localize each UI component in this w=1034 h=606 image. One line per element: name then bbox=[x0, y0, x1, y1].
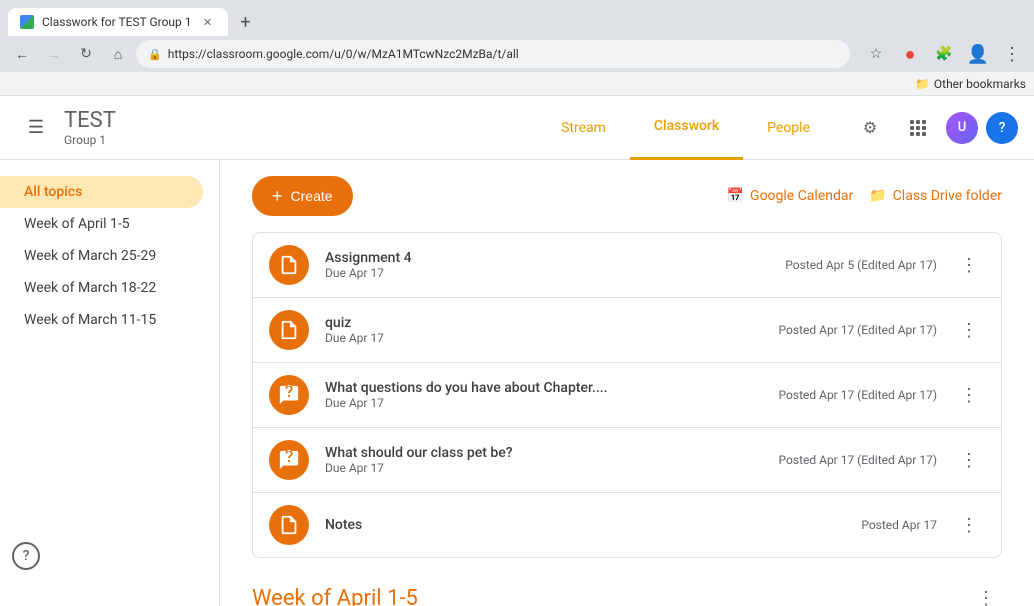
tab-close-button[interactable]: ✕ bbox=[200, 14, 216, 30]
browser-chrome: Classwork for TEST Group 1 ✕ + ← → ↻ ⌂ 🔒… bbox=[0, 0, 1034, 72]
bookmarks-bar: 📁 Other bookmarks bbox=[0, 72, 1034, 96]
assignment-title: Notes bbox=[325, 517, 845, 533]
assignment-posted: Posted Apr 17 bbox=[861, 518, 937, 532]
assignment-list: Assignment 4 Due Apr 17 Posted Apr 5 (Ed… bbox=[252, 232, 1002, 558]
active-tab[interactable]: Classwork for TEST Group 1 ✕ bbox=[8, 8, 228, 36]
assignment-title: Assignment 4 bbox=[325, 250, 769, 266]
tab-favicon bbox=[20, 15, 34, 29]
assignment-title: quiz bbox=[325, 315, 763, 331]
forward-button[interactable]: → bbox=[40, 40, 68, 68]
nav-tabs: Stream Classwork People bbox=[537, 96, 834, 160]
assignment-title: What should our class pet be? bbox=[325, 445, 763, 461]
content-area: + Create 📅 Google Calendar 📁 Class Drive… bbox=[220, 160, 1034, 606]
other-bookmarks-label[interactable]: Other bookmarks bbox=[934, 77, 1026, 91]
back-button[interactable]: ← bbox=[8, 40, 36, 68]
hamburger-button[interactable]: ☰ bbox=[16, 108, 56, 148]
material-icon bbox=[269, 505, 309, 545]
bookmark-star[interactable]: ☆ bbox=[862, 40, 890, 68]
assignment-item: Notes Posted Apr 17 ⋮ bbox=[253, 493, 1001, 557]
account-circle[interactable]: ● bbox=[896, 40, 924, 68]
assignment-posted: Posted Apr 17 (Edited Apr 17) bbox=[779, 388, 937, 402]
content-header: + Create 📅 Google Calendar 📁 Class Drive… bbox=[252, 176, 1002, 216]
tab-stream[interactable]: Stream bbox=[537, 96, 630, 160]
extensions-button[interactable]: 🧩 bbox=[930, 40, 958, 68]
assignment-due: Due Apr 17 bbox=[325, 396, 763, 410]
profile-button[interactable]: 👤 bbox=[964, 40, 992, 68]
url-text: https://classroom.google.com/u/0/w/MzA1M… bbox=[168, 41, 519, 67]
quiz-icon bbox=[269, 310, 309, 350]
assignment-more-button[interactable]: ⋮ bbox=[953, 444, 985, 476]
assignment-due: Due Apr 17 bbox=[325, 266, 769, 280]
sidebar-item-week-april[interactable]: Week of April 1-5 bbox=[0, 208, 203, 240]
create-label: Create bbox=[291, 188, 333, 204]
bottom-help-button[interactable]: ? bbox=[12, 542, 40, 570]
assignment-due: Due Apr 17 bbox=[325, 331, 763, 345]
tab-title: Classwork for TEST Group 1 bbox=[42, 15, 192, 29]
calendar-label: Google Calendar bbox=[750, 188, 853, 204]
folder-icon: 📁 bbox=[915, 77, 930, 91]
sidebar-item-all-topics[interactable]: All topics bbox=[0, 176, 203, 208]
assignment-item: quiz Due Apr 17 Posted Apr 17 (Edited Ap… bbox=[253, 298, 1001, 363]
assignment-info: Assignment 4 Due Apr 17 bbox=[325, 250, 769, 280]
google-calendar-link[interactable]: 📅 Google Calendar bbox=[727, 188, 854, 204]
calendar-icon: 📅 bbox=[727, 188, 744, 204]
drive-folder-icon: 📁 bbox=[869, 188, 886, 204]
class-subtitle: Group 1 bbox=[64, 133, 116, 147]
top-nav: ☰ TEST Group 1 Stream Classwork People ⚙… bbox=[0, 96, 1034, 160]
assignment-title: What questions do you have about Chapter… bbox=[325, 380, 763, 396]
assignment-info: Notes bbox=[325, 517, 845, 533]
more-tools-button[interactable]: ⋮ bbox=[998, 40, 1026, 68]
assignment-item: Assignment 4 Due Apr 17 Posted Apr 5 (Ed… bbox=[253, 233, 1001, 298]
top-nav-actions: ⚙ U ? bbox=[850, 108, 1018, 148]
header-actions: 📅 Google Calendar 📁 Class Drive folder bbox=[727, 188, 1002, 204]
section-header: Week of April 1-5 ⋮ bbox=[252, 582, 1002, 606]
assignment-more-button[interactable]: ⋮ bbox=[953, 249, 985, 281]
new-tab-button[interactable]: + bbox=[232, 8, 260, 36]
drive-folder-label: Class Drive folder bbox=[893, 188, 1002, 204]
assignment-item: What should our class pet be? Due Apr 17… bbox=[253, 428, 1001, 493]
url-bar[interactable]: 🔒 https://classroom.google.com/u/0/w/MzA… bbox=[136, 40, 850, 68]
section-more-button[interactable]: ⋮ bbox=[970, 582, 1002, 606]
sidebar-item-week-march11[interactable]: Week of March 11-15 bbox=[0, 304, 203, 336]
sidebar-item-week-march18[interactable]: Week of March 18-22 bbox=[0, 272, 203, 304]
home-button[interactable]: ⌂ bbox=[104, 40, 132, 68]
address-bar: ← → ↻ ⌂ 🔒 https://classroom.google.com/u… bbox=[0, 36, 1034, 72]
question-icon bbox=[269, 375, 309, 415]
section-title: Week of April 1-5 bbox=[252, 586, 970, 606]
sidebar-item-week-march25[interactable]: Week of March 25-29 bbox=[0, 240, 203, 272]
assignment-info: What should our class pet be? Due Apr 17 bbox=[325, 445, 763, 475]
settings-button[interactable]: ⚙ bbox=[850, 108, 890, 148]
question-icon bbox=[269, 440, 309, 480]
assignment-more-button[interactable]: ⋮ bbox=[953, 379, 985, 411]
app-container: ☰ TEST Group 1 Stream Classwork People ⚙… bbox=[0, 96, 1034, 606]
tab-classwork[interactable]: Classwork bbox=[630, 96, 743, 160]
assignment-posted: Posted Apr 17 (Edited Apr 17) bbox=[779, 453, 937, 467]
assignment-posted: Posted Apr 17 (Edited Apr 17) bbox=[779, 323, 937, 337]
class-drive-folder-link[interactable]: 📁 Class Drive folder bbox=[869, 188, 1002, 204]
assignment-posted: Posted Apr 5 (Edited Apr 17) bbox=[785, 258, 937, 272]
user-avatar[interactable]: U bbox=[946, 112, 978, 144]
sidebar: All topics Week of April 1-5 Week of Mar… bbox=[0, 160, 220, 606]
reload-button[interactable]: ↻ bbox=[72, 40, 100, 68]
assignment-more-button[interactable]: ⋮ bbox=[953, 509, 985, 541]
tab-bar: Classwork for TEST Group 1 ✕ + bbox=[0, 0, 1034, 36]
assignment-due: Due Apr 17 bbox=[325, 461, 763, 475]
assignment-icon bbox=[269, 245, 309, 285]
create-button[interactable]: + Create bbox=[252, 176, 353, 216]
assignment-info: What questions do you have about Chapter… bbox=[325, 380, 763, 410]
main-content: All topics Week of April 1-5 Week of Mar… bbox=[0, 160, 1034, 606]
assignment-more-button[interactable]: ⋮ bbox=[953, 314, 985, 346]
assignment-info: quiz Due Apr 17 bbox=[325, 315, 763, 345]
assignment-item: What questions do you have about Chapter… bbox=[253, 363, 1001, 428]
create-plus-icon: + bbox=[272, 186, 283, 207]
google-apps-button[interactable] bbox=[898, 108, 938, 148]
help-button[interactable]: ? bbox=[986, 112, 1018, 144]
browser-actions: ☆ ● 🧩 👤 ⋮ bbox=[862, 40, 1026, 68]
app-title: TEST Group 1 bbox=[64, 108, 116, 147]
class-name: TEST bbox=[64, 108, 116, 133]
tab-people[interactable]: People bbox=[743, 96, 834, 160]
